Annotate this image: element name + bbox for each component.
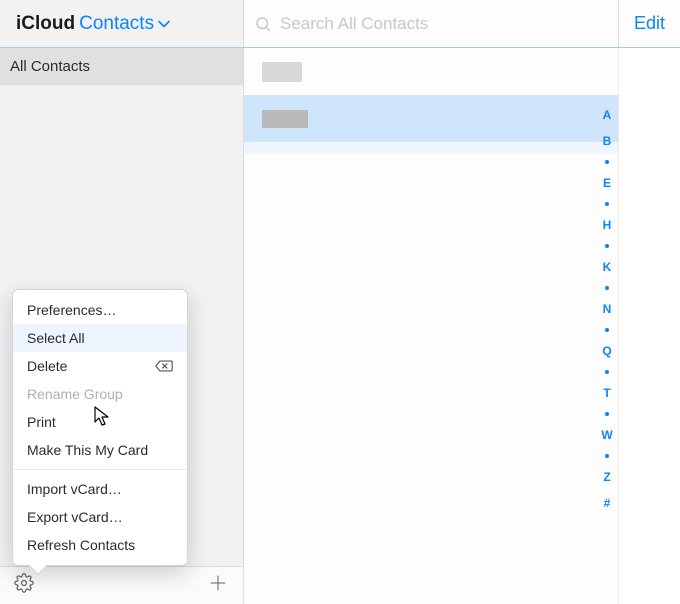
sidebar-item-label: All Contacts (10, 58, 90, 75)
menu-item-refresh-contacts[interactable]: Refresh Contacts (13, 531, 187, 559)
edit-button[interactable]: Edit (634, 13, 665, 34)
index-dot[interactable] (605, 454, 609, 458)
index-dot[interactable] (605, 286, 609, 290)
index-letter-w[interactable]: W (601, 428, 612, 442)
brand-contacts: Contacts (79, 13, 154, 35)
gear-context-menu: Preferences… Select All Delete Rename Group… (12, 289, 188, 566)
menu-item-label: Rename Group (27, 386, 123, 402)
add-icon[interactable] (207, 572, 229, 599)
menu-item-label: Delete (27, 358, 67, 374)
index-letter-b[interactable]: B (603, 134, 612, 148)
header: iCloud Contacts Edit (0, 0, 680, 48)
search-icon (254, 15, 272, 33)
menu-item-make-this-my-card[interactable]: Make This My Card (13, 436, 187, 464)
menu-item-preferences[interactable]: Preferences… (13, 296, 187, 324)
menu-separator (13, 469, 187, 470)
alpha-index[interactable]: AB E H K N Q T W Z # (598, 108, 616, 594)
menu-item-label: Make This My Card (27, 442, 148, 458)
index-letter-k[interactable]: K (603, 260, 612, 274)
contacts-list[interactable]: AB E H K N Q T W Z # (244, 48, 618, 604)
menu-item-print[interactable]: Print (13, 408, 187, 436)
index-dot[interactable] (605, 328, 609, 332)
index-letter-z[interactable]: Z (603, 470, 610, 484)
index-dot[interactable] (605, 160, 609, 164)
menu-item-export-vcard[interactable]: Export vCard… (13, 503, 187, 531)
chevron-down-icon (158, 20, 170, 28)
index-dot[interactable] (605, 202, 609, 206)
menu-item-import-vcard[interactable]: Import vCard… (13, 475, 187, 503)
sidebar-item-all-contacts[interactable]: All Contacts (0, 48, 243, 85)
index-letter-h[interactable]: H (603, 218, 612, 232)
menu-item-delete[interactable]: Delete (13, 352, 187, 380)
index-letter-t[interactable]: T (603, 386, 610, 400)
menu-item-label: Export vCard… (27, 509, 123, 525)
list-item (244, 142, 618, 154)
delete-key-icon (155, 360, 173, 372)
redacted-name (262, 110, 308, 128)
detail-pane (618, 48, 680, 604)
index-letter-q[interactable]: Q (602, 344, 611, 358)
menu-item-label: Print (27, 414, 56, 430)
app-switcher[interactable]: iCloud Contacts (0, 0, 244, 47)
menu-item-rename-group: Rename Group (13, 380, 187, 408)
gear-icon[interactable] (14, 573, 34, 598)
list-item[interactable] (244, 48, 618, 95)
menu-item-label: Select All (27, 330, 85, 346)
index-dot[interactable] (605, 244, 609, 248)
search-bar[interactable] (244, 0, 618, 47)
menu-item-select-all[interactable]: Select All (13, 324, 187, 352)
list-item[interactable] (244, 95, 618, 142)
brand-icloud: iCloud (16, 13, 75, 35)
menu-item-label: Preferences… (27, 302, 116, 318)
index-letter-n[interactable]: N (603, 302, 612, 316)
index-dot[interactable] (605, 370, 609, 374)
menu-item-label: Import vCard… (27, 481, 122, 497)
menu-item-label: Refresh Contacts (27, 537, 135, 553)
redacted-name (262, 62, 302, 82)
search-input[interactable] (280, 14, 618, 34)
index-letter-#[interactable]: # (604, 496, 611, 510)
index-letter-e[interactable]: E (603, 176, 611, 190)
index-dot[interactable] (605, 412, 609, 416)
index-letter-a[interactable]: A (603, 108, 612, 122)
